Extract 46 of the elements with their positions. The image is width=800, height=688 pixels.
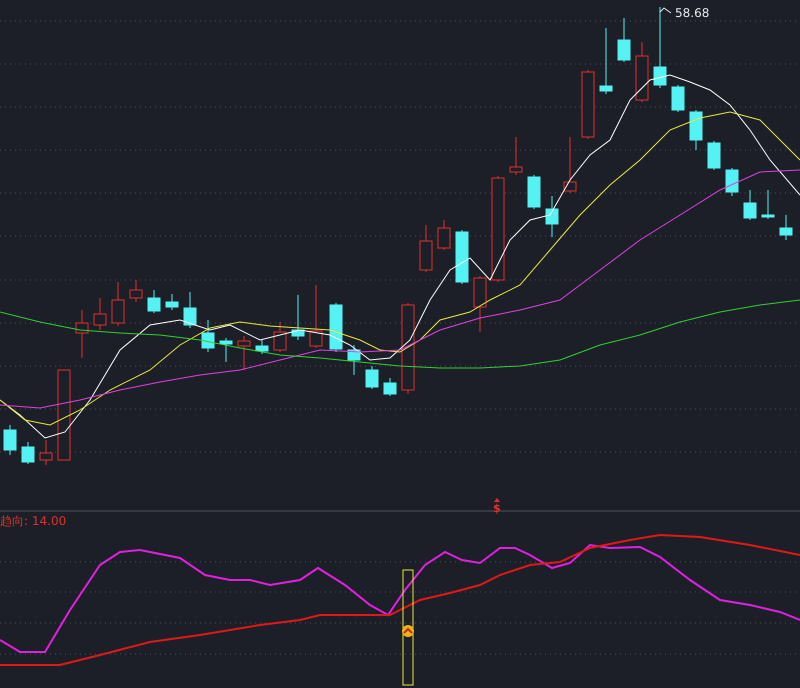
candlestick bbox=[564, 136, 576, 194]
up-arrow-icon bbox=[494, 498, 500, 502]
candlestick bbox=[456, 230, 468, 284]
candlestick bbox=[582, 70, 594, 140]
candlestick bbox=[220, 338, 232, 362]
candlestick bbox=[76, 310, 88, 358]
candlestick bbox=[292, 294, 304, 340]
candlestick bbox=[348, 344, 360, 376]
high-pointer-icon bbox=[660, 7, 672, 14]
candlestick bbox=[256, 340, 268, 354]
candlestick bbox=[438, 220, 450, 250]
candlestick bbox=[474, 276, 486, 332]
candlestick bbox=[672, 84, 684, 112]
up-chevron-icon bbox=[402, 625, 414, 637]
candlestick bbox=[184, 292, 196, 328]
candlestick bbox=[94, 298, 106, 330]
candlestick bbox=[366, 366, 378, 390]
candlestick bbox=[528, 174, 540, 210]
candlestick bbox=[762, 190, 774, 220]
candlestick bbox=[636, 42, 648, 102]
candlestick bbox=[420, 224, 432, 272]
candlestick bbox=[112, 282, 124, 326]
candlestick bbox=[510, 136, 522, 176]
candlestick bbox=[310, 284, 322, 348]
candlestick bbox=[22, 442, 34, 464]
candlestick bbox=[546, 196, 558, 238]
high-price-label: 58.68 bbox=[675, 6, 710, 20]
signal-mark: $ bbox=[493, 502, 501, 515]
candlestick bbox=[726, 168, 738, 196]
candlestick bbox=[148, 290, 160, 314]
candlestick bbox=[744, 190, 756, 220]
candlestick bbox=[238, 336, 250, 370]
candlestick bbox=[130, 280, 142, 302]
candlestick bbox=[40, 440, 52, 466]
candlestick bbox=[330, 302, 342, 352]
candlestick bbox=[166, 294, 178, 310]
candlestick bbox=[4, 424, 16, 456]
candlestick bbox=[384, 378, 396, 396]
candlestick bbox=[274, 322, 286, 352]
candlestick bbox=[780, 214, 792, 240]
indicator-label: 趋向: 14.00 bbox=[0, 514, 66, 528]
candlestick bbox=[690, 110, 702, 150]
candlestick bbox=[202, 320, 214, 352]
candlestick bbox=[708, 140, 720, 170]
candlestick bbox=[600, 28, 612, 94]
candlestick bbox=[618, 18, 630, 62]
